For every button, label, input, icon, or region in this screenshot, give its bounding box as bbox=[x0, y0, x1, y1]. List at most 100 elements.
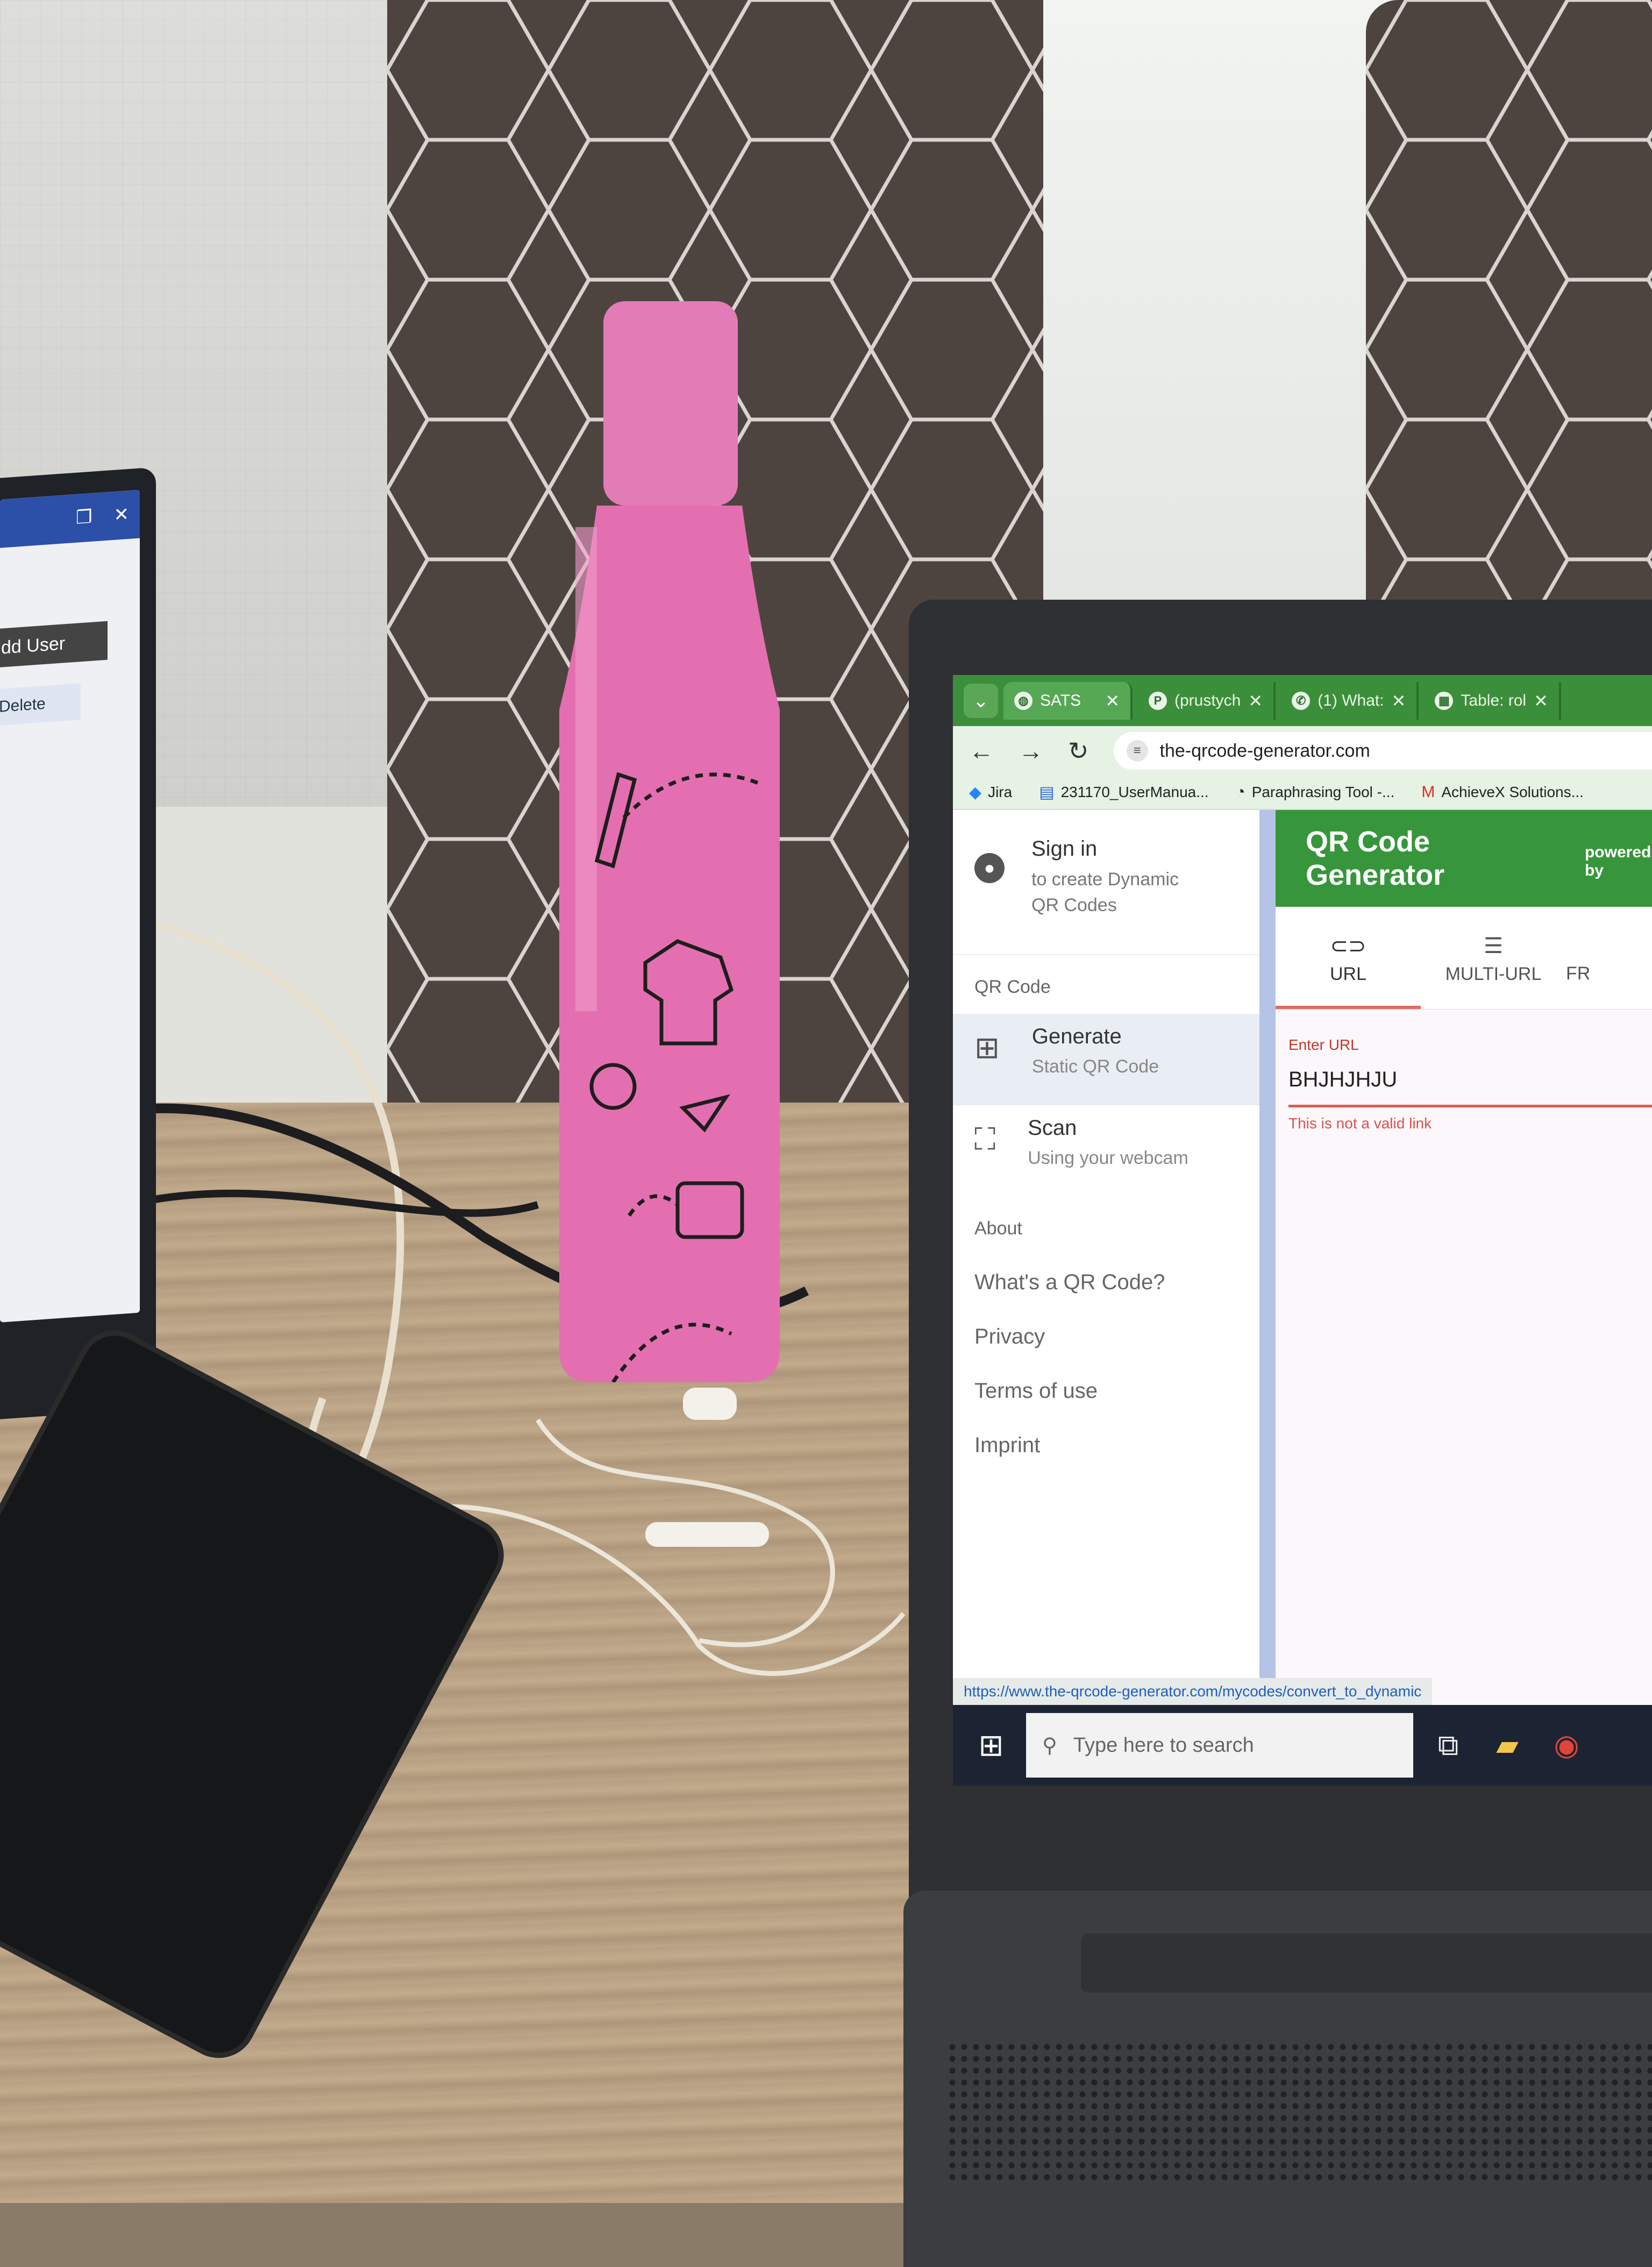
url-input[interactable]: ≡ the-qrcode-generator.com bbox=[1113, 732, 1652, 770]
sign-in-block[interactable]: ● Sign in to create Dynamic QR Codes bbox=[953, 810, 1259, 955]
file-explorer-icon[interactable]: ▰ bbox=[1483, 1721, 1532, 1769]
url-text: the-qrcode-generator.com bbox=[1159, 740, 1370, 761]
restore-icon[interactable]: ❐ bbox=[76, 506, 92, 543]
left-laptop-screen: ❐ ✕ dd User Delete bbox=[0, 489, 140, 1323]
sidebar-item-title: Scan bbox=[1028, 1116, 1077, 1140]
bright-wall-gap bbox=[1011, 0, 1420, 619]
whatsapp-icon: ✆ bbox=[1292, 691, 1311, 710]
browser-app-icon[interactable]: ◉ bbox=[1542, 1721, 1591, 1769]
tab-fr[interactable]: FR bbox=[1566, 907, 1630, 1009]
gmail-icon: M bbox=[1421, 783, 1435, 801]
qr-generator-page: ● Sign in to create Dynamic QR Codes QR … bbox=[953, 810, 1652, 1705]
add-user-button[interactable]: dd User bbox=[0, 621, 108, 668]
doc-icon: ▤ bbox=[1039, 783, 1055, 801]
tab-prustych[interactable]: P (prustych ✕ bbox=[1138, 681, 1276, 720]
sidebar-item-generate[interactable]: ⊞ Generate Static QR Code bbox=[953, 1014, 1259, 1105]
pink-water-bottle bbox=[559, 301, 780, 1382]
scan-icon: ⛶ bbox=[974, 1122, 996, 1156]
tab-url[interactable]: ⊂⊃ URL bbox=[1276, 907, 1421, 1009]
quill-icon: ◔ bbox=[1235, 783, 1245, 801]
sidebar-item-scan[interactable]: ⛶ Scan Using your webcam bbox=[953, 1105, 1259, 1197]
jira-icon: ◆ bbox=[969, 783, 982, 801]
sign-in-subtitle-1: to create Dynamic bbox=[1031, 869, 1179, 890]
bookmark-achievex[interactable]: M AchieveX Solutions... bbox=[1421, 783, 1584, 801]
status-bar-url: https://www.the-qrcode-generator.com/myc… bbox=[953, 1678, 1433, 1705]
left-window-titlebar: ❐ ✕ bbox=[0, 489, 140, 548]
hexagon-partition-right bbox=[1366, 0, 1652, 645]
table-app-icon: ▦ bbox=[1435, 691, 1454, 710]
p-app-icon: P bbox=[1149, 691, 1167, 710]
laptop-lid: ⌄ ◍ SATS ✕ P (prustych ✕ ✆ (1) What: ✕ ▦… bbox=[909, 600, 1652, 1928]
main-content: QR Code Generator powered by ⊂⊃ URL ☰ MU… bbox=[1276, 810, 1652, 1705]
bookmark-jira[interactable]: ◆ Jira bbox=[969, 783, 1012, 802]
taskbar-search-input[interactable]: ⚲ Type here to search bbox=[1026, 1713, 1413, 1778]
back-arrow-icon[interactable]: ← bbox=[969, 736, 994, 765]
globe-icon: ◍ bbox=[1014, 691, 1032, 710]
section-label-about: About bbox=[974, 1218, 1022, 1239]
url-error-message: This is not a valid link bbox=[1288, 1115, 1432, 1132]
tab-label: (prustych bbox=[1174, 691, 1241, 709]
link-icon: ⊂⊃ bbox=[1330, 934, 1366, 958]
bookmark-paraphrasing[interactable]: ◔ Paraphrasing Tool -... bbox=[1236, 783, 1395, 801]
tab-close-icon[interactable]: ✕ bbox=[1248, 691, 1263, 711]
bookmark-user-manual[interactable]: ▤ 231170_UserManua... bbox=[1039, 783, 1208, 802]
tab-label: SATS bbox=[1040, 691, 1081, 709]
sidebar-item-subtitle: Using your webcam bbox=[1028, 1148, 1188, 1168]
speaker-grille bbox=[946, 2041, 1652, 2181]
delete-button[interactable]: Delete bbox=[0, 683, 81, 726]
sign-in-title: Sign in bbox=[1031, 837, 1098, 861]
tab-label: MULTI-URL bbox=[1445, 964, 1542, 984]
bookmark-label: AchieveX Solutions... bbox=[1441, 784, 1584, 800]
tab-label: URL bbox=[1329, 964, 1367, 984]
qr-header: QR Code Generator powered by bbox=[1276, 810, 1652, 907]
link-privacy[interactable]: Privacy bbox=[953, 1310, 1259, 1364]
tab-label: Table: rol bbox=[1461, 691, 1527, 709]
list-icon: ☰ bbox=[1484, 934, 1503, 958]
browser-tab-bar: ⌄ ◍ SATS ✕ P (prustych ✕ ✆ (1) What: ✕ ▦… bbox=[953, 675, 1652, 726]
address-bar: ← → ↻ ≡ the-qrcode-generator.com bbox=[953, 726, 1652, 776]
tab-label: (1) What: bbox=[1318, 691, 1384, 709]
sidebar: ● Sign in to create Dynamic QR Codes QR … bbox=[953, 810, 1276, 1705]
link-imprint[interactable]: Imprint bbox=[953, 1418, 1259, 1473]
task-view-icon[interactable]: ⧉ bbox=[1424, 1721, 1472, 1769]
windows-taskbar: ⊞ ⚲ Type here to search ⧉ ▰ ◉ bbox=[953, 1705, 1652, 1786]
url-field: Enter URL BHJHJHJU This is not a valid l… bbox=[1276, 1010, 1652, 1132]
reload-icon[interactable]: ↻ bbox=[1068, 736, 1089, 765]
laptop-screen: ⌄ ◍ SATS ✕ P (prustych ✕ ✆ (1) What: ✕ ▦… bbox=[953, 675, 1652, 1786]
windows-start-icon[interactable]: ⊞ bbox=[967, 1728, 1015, 1763]
close-icon[interactable]: ✕ bbox=[114, 503, 130, 540]
link-terms-of-use[interactable]: Terms of use bbox=[953, 1364, 1259, 1418]
search-icon: ⚲ bbox=[1042, 1734, 1057, 1757]
bookmarks-bar: ◆ Jira ▤ 231170_UserManua... ◔ Paraphras… bbox=[953, 776, 1652, 810]
tab-whatsapp[interactable]: ✆ (1) What: ✕ bbox=[1281, 681, 1419, 720]
page-title: QR Code Generator bbox=[1306, 826, 1445, 891]
sidebar-item-title: Generate bbox=[1031, 1025, 1122, 1048]
link-whats-a-qr-code[interactable]: What's a QR Code? bbox=[953, 1255, 1259, 1310]
powered-by-label: powered by bbox=[1584, 843, 1651, 879]
laptop-hinge bbox=[1081, 1934, 1652, 1993]
tab-icon-placeholder bbox=[1566, 934, 1630, 958]
url-field-label: Enter URL bbox=[1288, 1036, 1359, 1053]
sign-in-subtitle-2: QR Codes bbox=[1031, 895, 1117, 915]
tab-close-icon[interactable]: ✕ bbox=[1392, 691, 1406, 711]
site-info-icon[interactable]: ≡ bbox=[1126, 740, 1148, 762]
sidebar-item-subtitle: Static QR Code bbox=[1031, 1056, 1159, 1077]
tab-close-icon[interactable]: ✕ bbox=[1105, 691, 1120, 711]
laptop-base bbox=[903, 1891, 1652, 2267]
url-input-field[interactable]: BHJHJHJU bbox=[1288, 1068, 1652, 1107]
tab-search-chevron-icon[interactable]: ⌄ bbox=[964, 683, 998, 718]
bookmark-label: Paraphrasing Tool -... bbox=[1251, 784, 1395, 800]
qr-type-tabs: ⊂⊃ URL ☰ MULTI-URL FR bbox=[1276, 907, 1652, 1010]
taskbar-search-placeholder: Type here to search bbox=[1073, 1733, 1254, 1757]
qr-grid-icon: ⊞ bbox=[974, 1031, 1000, 1064]
tab-table[interactable]: ▦ Table: rol ✕ bbox=[1424, 681, 1561, 720]
tab-sats[interactable]: ◍ SATS ✕ bbox=[1003, 681, 1133, 720]
tab-multi-url[interactable]: ☰ MULTI-URL bbox=[1421, 907, 1566, 1009]
bookmark-label: 231170_UserManua... bbox=[1060, 784, 1209, 800]
left-laptop: ❐ ✕ dd User Delete bbox=[0, 467, 156, 1421]
forward-arrow-icon[interactable]: → bbox=[1019, 736, 1043, 765]
tab-close-icon[interactable]: ✕ bbox=[1534, 691, 1548, 711]
section-label-qr-code: QR Code bbox=[974, 977, 1051, 997]
tab-label: FR bbox=[1566, 963, 1591, 984]
account-icon: ● bbox=[974, 853, 1005, 883]
